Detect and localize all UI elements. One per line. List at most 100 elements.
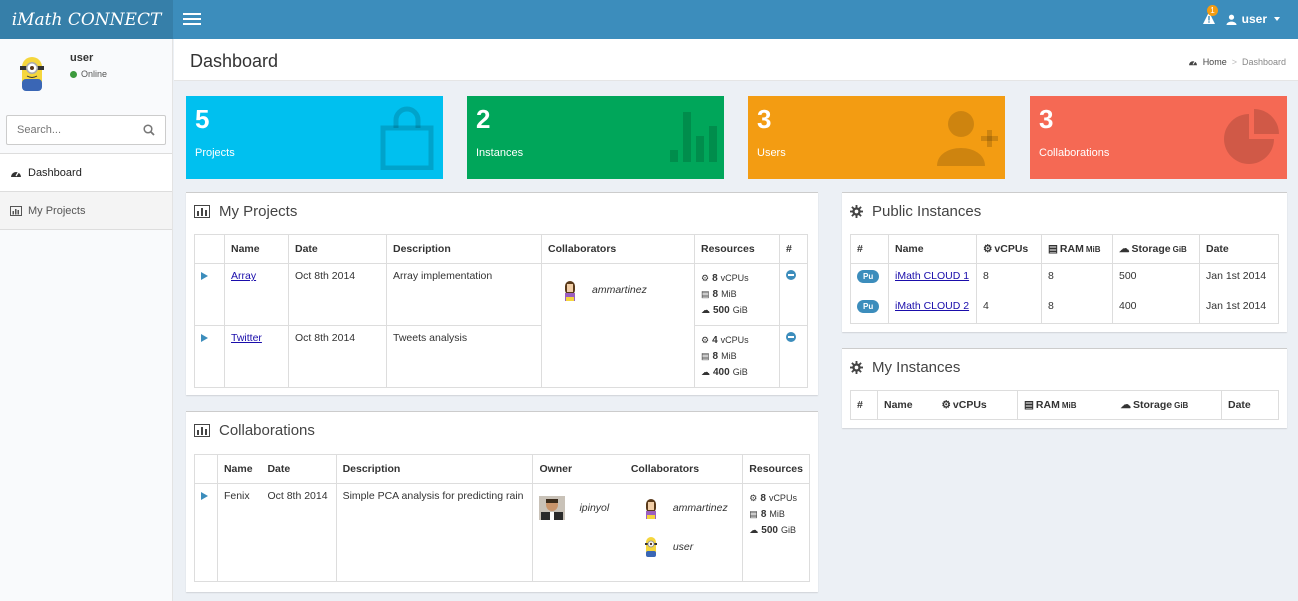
vcpus-unit: vCPUs [768, 493, 797, 503]
date-cell: Oct 8th 2014 [288, 325, 387, 388]
collaborator-entry: ammartinez [643, 497, 736, 519]
stat-value: 3 [757, 104, 772, 134]
pie-chart-icon [1224, 109, 1279, 164]
stat-box-instances[interactable]: 2 Instances [467, 96, 724, 179]
sidebar-toggle-icon[interactable] [183, 13, 201, 26]
owner-entry: ipinyol [539, 496, 618, 520]
column-header-label: RAM [1059, 243, 1084, 255]
date-cell: Oct 8th 2014 [261, 483, 337, 582]
column-header-unit: GiB [1172, 244, 1187, 254]
name-cell: Array [224, 263, 289, 326]
ram-unit: MiB [769, 509, 785, 519]
project-link-array[interactable]: Array [231, 270, 256, 282]
ram-line: ▤ 8 MiB [701, 348, 773, 364]
user-menu-button[interactable]: user [1226, 12, 1280, 26]
breadcrumb-home-link[interactable]: Home [1203, 57, 1227, 67]
column-header-label: Storage [1133, 399, 1173, 411]
sidebar-search [6, 115, 166, 145]
column-header-label: Storage [1131, 243, 1171, 255]
sidebar-item-my-projects[interactable]: My Projects [0, 192, 172, 230]
collaborations-header: Collaborations [186, 412, 818, 448]
ram-cell: 8 [1041, 263, 1113, 294]
storage-value: 400 [713, 366, 730, 378]
remove-project-icon[interactable] [786, 332, 796, 342]
vcpus-value: 8 [760, 492, 766, 504]
bar-chart-icon [194, 204, 210, 218]
owner-cell: ipinyol [532, 483, 625, 582]
app-logo[interactable]: iMath CONNECT [0, 0, 173, 39]
instance-link-cloud-2[interactable]: iMath CLOUD 2 [895, 300, 969, 312]
stat-box-users[interactable]: 3 Users [748, 96, 1005, 179]
ram-value: 8 [712, 288, 719, 300]
ram-line: ▤ 8 MiB [701, 286, 773, 302]
resources-cell: ⚙ 8 vCPUs ▤ 8 MiB ☁ 500 GiB [694, 263, 780, 326]
column-header: # [850, 234, 889, 264]
ram-icon: ▤ [749, 508, 758, 519]
action-cell [779, 325, 808, 388]
top-navbar: 1 user [173, 0, 1298, 39]
storage-value: 500 [713, 304, 730, 316]
expand-row-icon[interactable] [201, 492, 208, 500]
column-header: ▤ RAM MiB [1017, 390, 1115, 420]
panel-title: My Projects [219, 202, 298, 220]
dashboard-icon [1188, 60, 1197, 66]
stat-box-projects[interactable]: 5 Projects [186, 96, 443, 179]
sidebar-item-dashboard[interactable]: Dashboard [0, 154, 172, 192]
name-cell: Fenix [216, 483, 262, 582]
action-cell [779, 263, 808, 326]
column-header: ⚙ vCPUs [935, 390, 1018, 420]
vcpus-value: 8 [712, 272, 718, 284]
table-header-row: # Name ⚙ vCPUs ▤ RAM MiB ☁ Storage GiB Date [850, 390, 1279, 420]
avatar-ammartinez [565, 281, 575, 301]
panel-title: Collaborations [219, 421, 315, 439]
table-row: Pu iMath CLOUD 1 8 8 500 Jan 1st 2014 [850, 263, 1279, 294]
user-menu-label: user [1241, 12, 1267, 26]
column-header-unit: GiB [1174, 400, 1189, 410]
search-icon[interactable] [143, 124, 155, 136]
stat-value: 3 [1039, 104, 1054, 134]
column-header: ▤ RAM MiB [1041, 234, 1113, 264]
date-cell: Oct 8th 2014 [288, 263, 387, 326]
collaborators-cell: ammartinez user [624, 483, 744, 582]
description-cell: Simple PCA analysis for predicting rain [335, 483, 534, 582]
stat-box-collaborations[interactable]: 3 Collaborations [1030, 96, 1287, 179]
online-status-label: Online [81, 69, 108, 79]
user-panel: user Online [0, 39, 172, 101]
cogs-icon: ⚙ [941, 399, 951, 411]
panel-title: Public Instances [872, 202, 982, 220]
storage-line: ☁ 500 GiB [749, 522, 803, 538]
stat-label: Users [757, 147, 786, 159]
ram-unit: MiB [721, 351, 737, 361]
public-instances-header: Public Instances [842, 193, 1287, 229]
my-projects-table: Name Date Description Collaborators Reso… [194, 234, 808, 388]
table-header-row: Name Date Description Collaborators Reso… [194, 234, 808, 264]
column-header: Name [877, 390, 936, 420]
remove-project-icon[interactable] [786, 270, 796, 280]
column-header: Description [335, 454, 534, 484]
instance-link-cloud-1[interactable]: iMath CLOUD 1 [895, 270, 969, 282]
breadcrumb-separator: > [1231, 57, 1237, 67]
column-header-unit: MiB [1061, 400, 1077, 410]
user-add-icon [937, 111, 998, 166]
expand-row-icon[interactable] [201, 334, 208, 342]
shopping-bag-icon [380, 106, 434, 170]
project-link-twitter[interactable]: Twitter [231, 332, 262, 344]
column-header: Description [386, 234, 542, 264]
expand-cell [194, 263, 225, 326]
search-input[interactable] [7, 116, 137, 144]
alert-count-badge: 1 [1207, 5, 1218, 16]
cogs-icon: ⚙ [701, 334, 710, 345]
storage-unit: GiB [732, 367, 748, 377]
expand-row-icon[interactable] [201, 272, 208, 280]
column-header: Resources [742, 454, 810, 484]
storage-cell: 500 [1112, 263, 1200, 294]
cloud-icon: ☁ [1119, 243, 1130, 255]
ram-icon: ▤ [1024, 399, 1034, 411]
breadcrumb-current: Dashboard [1241, 57, 1286, 67]
vcpus-value: 4 [712, 334, 718, 346]
collaborators-cell: ammartinez [541, 263, 695, 388]
badge-cell: Pu [850, 293, 889, 324]
cogs-icon: ⚙ [749, 492, 758, 503]
name-cell: iMath CLOUD 2 [888, 293, 977, 324]
public-badge: Pu [857, 299, 880, 313]
